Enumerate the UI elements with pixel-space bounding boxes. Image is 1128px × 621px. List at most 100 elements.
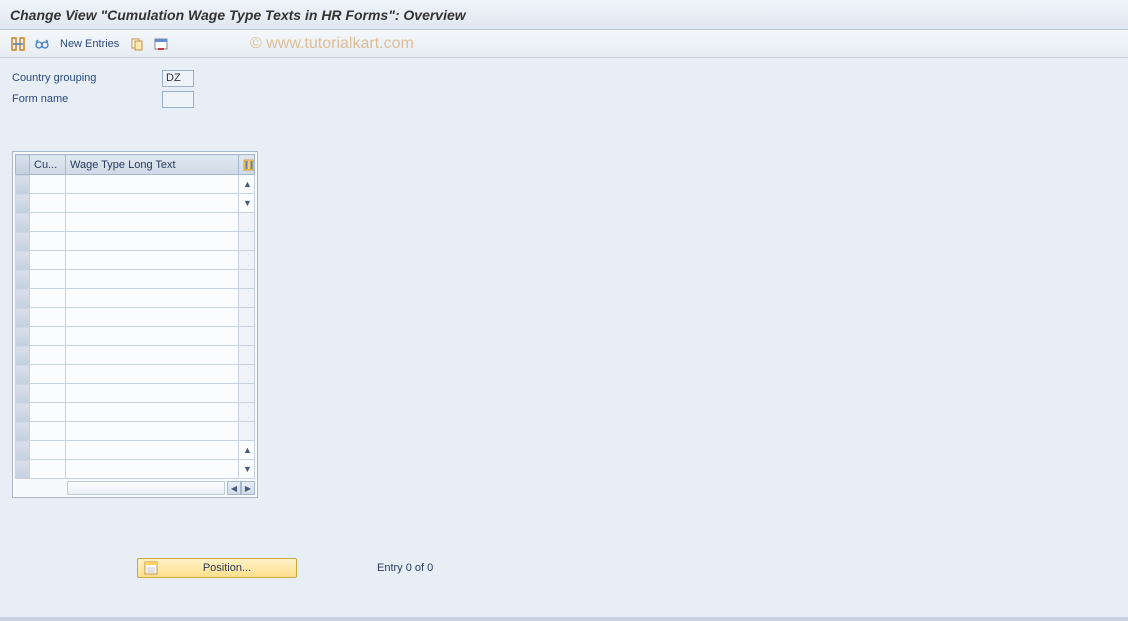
cell-wage-text[interactable] (66, 175, 239, 194)
cell-wage-text[interactable] (66, 194, 239, 213)
cell-wage-text[interactable] (66, 422, 239, 441)
horizontal-scroll: ◀ ▶ (15, 481, 255, 495)
title-bar: Change View "Cumulation Wage Type Texts … (0, 0, 1128, 30)
copy-icon[interactable] (127, 34, 147, 54)
scroll-up-icon[interactable]: ▲ (243, 179, 250, 189)
cell-cu[interactable] (30, 232, 66, 251)
vscroll-cell[interactable] (239, 232, 255, 251)
glasses-icon[interactable] (32, 34, 52, 54)
hscroll-track[interactable] (67, 481, 225, 495)
watermark-text: © www.tutorialkart.com (250, 35, 414, 53)
cell-cu[interactable] (30, 441, 66, 460)
cell-wage-text[interactable] (66, 384, 239, 403)
table-row (16, 213, 255, 232)
row-selector[interactable] (16, 384, 30, 403)
cell-cu[interactable] (30, 289, 66, 308)
cell-cu[interactable] (30, 327, 66, 346)
hscroll-left-button[interactable]: ◀ (227, 481, 241, 495)
cell-cu[interactable] (30, 213, 66, 232)
row-selector[interactable] (16, 460, 30, 479)
row-selector[interactable] (16, 403, 30, 422)
scroll-down-icon[interactable]: ▼ (243, 464, 250, 474)
scroll-up-icon[interactable]: ▲ (243, 445, 250, 455)
table-row (16, 346, 255, 365)
column-header-wage-text[interactable]: Wage Type Long Text (66, 155, 239, 175)
vscroll-cell[interactable] (239, 270, 255, 289)
row-selector[interactable] (16, 346, 30, 365)
row-selector[interactable] (16, 213, 30, 232)
cell-cu[interactable] (30, 365, 66, 384)
vscroll-cell[interactable] (239, 365, 255, 384)
toggle-icon[interactable] (8, 34, 28, 54)
cell-cu[interactable] (30, 346, 66, 365)
vscroll-cell[interactable] (239, 403, 255, 422)
table-row: ▼ (16, 194, 255, 213)
row-selector[interactable] (16, 365, 30, 384)
cell-wage-text[interactable] (66, 365, 239, 384)
vscroll-cell[interactable] (239, 251, 255, 270)
vscroll-cell[interactable]: ▲ (239, 441, 255, 460)
table-config-button[interactable] (239, 155, 255, 175)
cell-wage-text[interactable] (66, 346, 239, 365)
cell-wage-text[interactable] (66, 327, 239, 346)
table-row (16, 251, 255, 270)
cell-wage-text[interactable] (66, 403, 239, 422)
cell-cu[interactable] (30, 422, 66, 441)
select-all-header[interactable] (16, 155, 30, 175)
form-name-label: Form name (12, 93, 162, 105)
table-row (16, 232, 255, 251)
cell-wage-text[interactable] (66, 270, 239, 289)
footer-area: Position... Entry 0 of 0 (12, 558, 1116, 578)
cell-cu[interactable] (30, 175, 66, 194)
row-selector[interactable] (16, 251, 30, 270)
row-selector[interactable] (16, 270, 30, 289)
country-grouping-input[interactable] (162, 70, 194, 87)
cell-wage-text[interactable] (66, 289, 239, 308)
position-button[interactable]: Position... (137, 558, 297, 578)
cell-cu[interactable] (30, 251, 66, 270)
entry-count-text: Entry 0 of 0 (377, 562, 433, 574)
vscroll-cell[interactable] (239, 422, 255, 441)
content-area: Country grouping Form name Cu... Wage Ty… (0, 58, 1128, 588)
vscroll-cell[interactable] (239, 384, 255, 403)
vscroll-cell[interactable]: ▲ (239, 175, 255, 194)
scroll-down-icon[interactable]: ▼ (243, 198, 250, 208)
vscroll-cell[interactable] (239, 346, 255, 365)
row-selector[interactable] (16, 441, 30, 460)
vscroll-cell[interactable] (239, 289, 255, 308)
row-selector[interactable] (16, 175, 30, 194)
hscroll-right-button[interactable]: ▶ (241, 481, 255, 495)
cell-cu[interactable] (30, 460, 66, 479)
cell-wage-text[interactable] (66, 441, 239, 460)
form-name-input[interactable] (162, 91, 194, 108)
cell-wage-text[interactable] (66, 213, 239, 232)
cell-wage-text[interactable] (66, 251, 239, 270)
country-grouping-row: Country grouping (12, 68, 1116, 88)
row-selector[interactable] (16, 194, 30, 213)
cell-wage-text[interactable] (66, 460, 239, 479)
vscroll-cell[interactable]: ▼ (239, 194, 255, 213)
table-row (16, 289, 255, 308)
table-row: ▲ (16, 175, 255, 194)
row-selector[interactable] (16, 327, 30, 346)
cell-cu[interactable] (30, 194, 66, 213)
row-selector[interactable] (16, 422, 30, 441)
vscroll-cell[interactable]: ▼ (239, 460, 255, 479)
vscroll-cell[interactable] (239, 327, 255, 346)
row-selector[interactable] (16, 232, 30, 251)
cell-wage-text[interactable] (66, 232, 239, 251)
cell-cu[interactable] (30, 384, 66, 403)
delimit-icon[interactable] (151, 34, 171, 54)
cell-cu[interactable] (30, 270, 66, 289)
row-selector[interactable] (16, 308, 30, 327)
cell-cu[interactable] (30, 403, 66, 422)
row-selector[interactable] (16, 289, 30, 308)
vscroll-cell[interactable] (239, 213, 255, 232)
bottom-border (0, 617, 1128, 621)
vscroll-cell[interactable] (239, 308, 255, 327)
new-entries-button[interactable]: New Entries (56, 38, 123, 50)
cell-cu[interactable] (30, 308, 66, 327)
table-row: ▲ (16, 441, 255, 460)
cell-wage-text[interactable] (66, 308, 239, 327)
column-header-cu[interactable]: Cu... (30, 155, 66, 175)
